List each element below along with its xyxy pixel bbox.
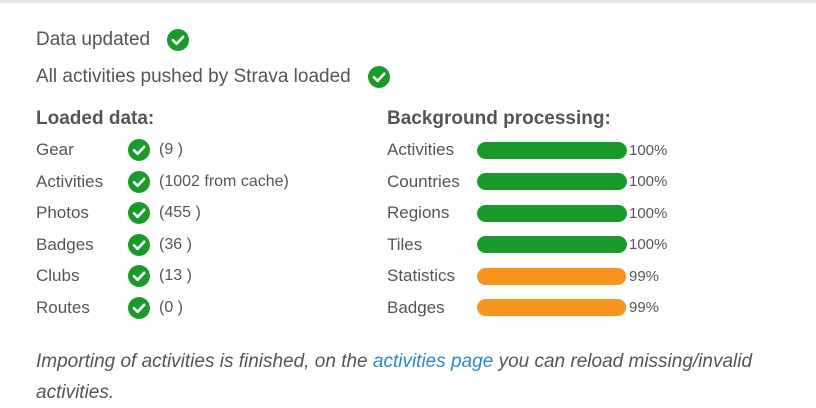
progress-bar-fill [477,173,627,190]
processing-label: Regions [387,203,450,222]
check-circle-icon [367,66,390,88]
progress-bar [477,173,627,190]
progress-bar-fill [477,267,626,285]
processing-row: Tiles 100% [387,233,667,257]
loaded-data-label: Gear [36,140,74,159]
progress-percent: 100% [629,236,668,253]
background-processing-title: Background processing: [387,108,611,129]
loaded-data-count: (1002 from cache) [159,172,289,190]
progress-percent: 99% [629,299,660,316]
progress-percent: 100% [629,141,668,159]
check-circle-icon [128,170,150,193]
check-circle-icon [128,296,150,319]
processing-row: Regions 100% [387,201,667,225]
status-text: Data updated [36,29,151,50]
processing-row: Badges 99% [387,296,659,320]
processing-row: Countries 100% [387,170,667,194]
loaded-data-row: Clubs (13 ) [36,264,356,288]
progress-bar [477,299,627,316]
processing-row: Activities 100% [387,138,667,162]
loaded-data-label: Clubs [36,266,80,285]
progress-bar [477,236,627,253]
processing-label: Tiles [387,234,423,254]
progress-bar-fill [477,204,627,222]
loaded-data-count: (0 ) [159,298,183,316]
loaded-data-label: Photos [36,203,89,222]
loaded-data-title: Loaded data: [36,108,155,129]
progress-percent: 100% [629,204,668,222]
loaded-data-count: (13 ) [159,267,192,284]
processing-label: Countries [387,171,460,191]
loaded-data-row: Routes (0 ) [36,296,356,320]
loaded-data-row: Gear (9 ) [36,138,356,162]
processing-label: Activities [387,140,455,159]
loaded-data-label: Badges [36,234,94,254]
progress-bar-fill [477,299,626,316]
processing-row: Statistics 99% [387,264,659,288]
loaded-data-label: Activities [36,171,104,191]
check-circle-icon [128,139,150,161]
progress-percent: 99% [629,267,660,285]
processing-label: Statistics [387,266,456,285]
activities-page-link[interactable]: activities page [373,351,493,372]
status-row: All activities pushed by Strava loaded [36,66,390,88]
progress-bar [477,204,627,222]
check-circle-icon [128,202,150,224]
progress-bar [477,267,627,285]
progress-bar [477,141,627,159]
loaded-data-count: (36 ) [159,235,192,253]
loaded-data-count: (9 ) [159,141,183,158]
progress-bar-fill [477,236,627,253]
import-note: Importing of activities is finished, on … [36,346,796,408]
loaded-data-count: (455 ) [159,204,201,221]
loaded-data-row: Badges (36 ) [36,233,356,257]
loaded-data-row: Photos (455 ) [36,201,356,225]
progress-percent: 100% [629,173,668,190]
loaded-data-label: Routes [36,297,90,317]
status-text: All activities pushed by Strava loaded [36,66,351,87]
check-circle-icon [128,265,150,287]
import-note-text-before: Importing of activities is finished, on … [36,351,373,372]
processing-label: Badges [387,297,445,317]
progress-bar-fill [477,141,627,159]
check-circle-icon [167,29,190,51]
check-circle-icon [128,233,150,256]
top-divider [0,0,816,3]
loaded-data-row: Activities (1002 from cache) [36,170,356,194]
status-row: Data updated [36,29,190,51]
